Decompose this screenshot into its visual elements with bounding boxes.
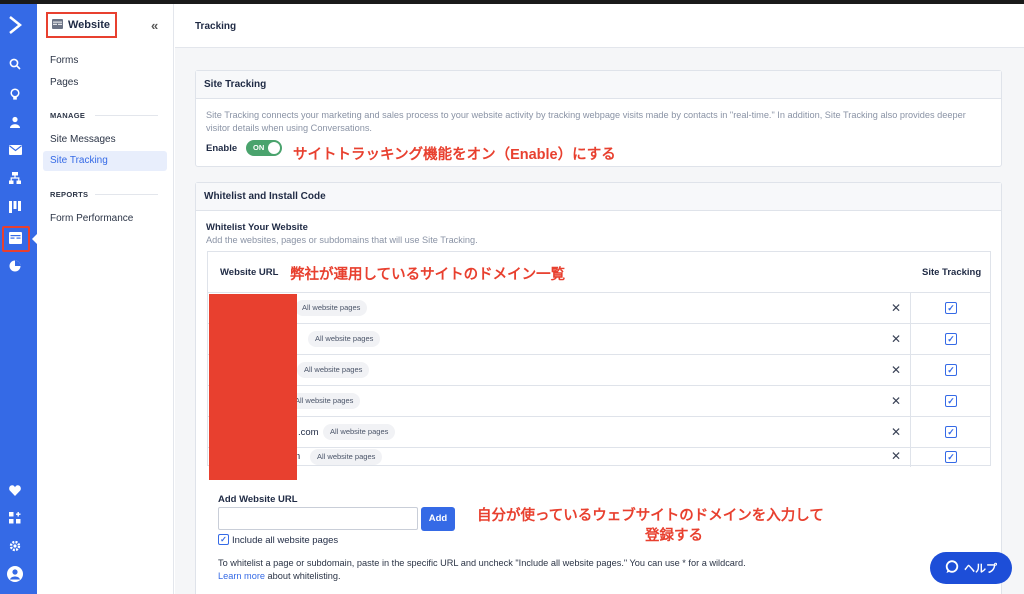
include-all-pages-checkbox[interactable]: ✓ bbox=[218, 534, 229, 545]
sidebar-item-site-tracking[interactable]: Site Tracking bbox=[43, 151, 167, 171]
whitelist-title: Whitelist Your Website bbox=[206, 222, 308, 233]
col-website-url: Website URL bbox=[220, 267, 279, 278]
user-avatar-icon[interactable] bbox=[7, 566, 23, 582]
site-tracking-card: Site Tracking Site Tracking connects you… bbox=[195, 70, 1002, 167]
sidebar-section-reports: REPORTS bbox=[50, 190, 89, 199]
remove-icon[interactable]: ✕ bbox=[891, 332, 901, 346]
redaction-block bbox=[209, 294, 297, 480]
row-scope-pill: All website pages bbox=[295, 300, 368, 316]
double-chevron-left-icon[interactable]: « bbox=[151, 18, 158, 33]
row-url: .com bbox=[298, 427, 319, 438]
sidebar-title: Website bbox=[46, 12, 117, 38]
annotation-add-domain-line1: 自分が使っているウェブサイトのドメインを入力して bbox=[477, 508, 824, 524]
table-row: .com All website pages ✕ ✓ bbox=[208, 416, 990, 448]
annotation-add-domain-line2: 登録する bbox=[645, 528, 703, 544]
help-button[interactable]: ヘルプ bbox=[930, 552, 1012, 584]
reports-pie-icon[interactable] bbox=[7, 258, 23, 274]
add-button[interactable]: Add bbox=[421, 507, 455, 531]
remove-icon[interactable]: ✕ bbox=[891, 394, 901, 408]
app-rail bbox=[0, 4, 37, 594]
deals-pipeline-icon[interactable] bbox=[7, 199, 23, 215]
remove-icon[interactable]: ✕ bbox=[891, 301, 901, 315]
search-icon[interactable] bbox=[7, 56, 23, 72]
heart-icon[interactable] bbox=[7, 482, 23, 498]
contacts-icon[interactable] bbox=[7, 114, 23, 130]
sidebar-item-pages[interactable]: Pages bbox=[50, 77, 78, 88]
whitelist-table: Website URL 弊社が運用しているサイトのドメイン一覧 Site Tra… bbox=[207, 251, 991, 467]
website-page-icon bbox=[52, 18, 63, 32]
learn-more-link[interactable]: Learn more bbox=[218, 571, 265, 581]
card-heading: Whitelist and Install Code bbox=[196, 183, 1001, 211]
row-scope-pill: All website pages bbox=[310, 449, 383, 465]
site-tracking-checkbox[interactable]: ✓ bbox=[945, 333, 957, 345]
site-tracking-checkbox[interactable]: ✓ bbox=[945, 302, 957, 314]
site-tracking-checkbox[interactable]: ✓ bbox=[945, 364, 957, 376]
add-url-input[interactable] bbox=[218, 507, 418, 530]
enable-label: Enable bbox=[206, 143, 238, 154]
divider bbox=[910, 448, 911, 467]
whitelist-hint: To whitelist a page or subdomain, paste … bbox=[218, 558, 746, 568]
sidebar-item-forms[interactable]: Forms bbox=[50, 55, 78, 66]
whitelist-hint-line2: Learn more about whitelisting. bbox=[218, 571, 341, 581]
lightbulb-icon[interactable] bbox=[7, 86, 23, 102]
include-all-pages-label: Include all website pages bbox=[232, 535, 339, 546]
breadcrumb: Tracking bbox=[195, 21, 237, 32]
email-icon[interactable] bbox=[7, 142, 23, 158]
hint-tail: about whitelisting. bbox=[264, 571, 341, 581]
sidebar-item-site-messages[interactable]: Site Messages bbox=[50, 134, 116, 145]
remove-icon[interactable]: ✕ bbox=[891, 449, 901, 463]
divider bbox=[910, 386, 911, 417]
sidebar-title-text: Website bbox=[68, 19, 110, 31]
annotation-enable: サイトトラッキング機能をオン（Enable）にする bbox=[293, 147, 616, 163]
settings-gear-icon[interactable] bbox=[7, 538, 23, 554]
add-url-label: Add Website URL bbox=[218, 494, 298, 505]
divider bbox=[95, 194, 158, 195]
website-icon[interactable] bbox=[7, 230, 23, 246]
table-row: All website pages ✕ ✓ bbox=[208, 292, 990, 324]
enable-toggle[interactable]: ON bbox=[246, 140, 282, 156]
automations-icon[interactable] bbox=[7, 170, 23, 186]
table-row: m All website pages ✕ ✓ bbox=[208, 323, 990, 355]
table-row: All website pages ✕ ✓ bbox=[208, 385, 990, 417]
sidebar-item-form-performance[interactable]: Form Performance bbox=[50, 213, 133, 224]
row-scope-pill: All website pages bbox=[323, 424, 396, 440]
chat-bubble-icon bbox=[945, 559, 959, 577]
app-logo-icon[interactable] bbox=[8, 16, 22, 34]
table-row: All website pages ✕ ✓ bbox=[208, 354, 990, 386]
toggle-knob bbox=[268, 142, 280, 154]
whitelist-card: Whitelist and Install Code Whitelist You… bbox=[195, 182, 1002, 594]
annotation-domain-list: 弊社が運用しているサイトのドメイン一覧 bbox=[290, 267, 566, 283]
site-tracking-checkbox[interactable]: ✓ bbox=[945, 395, 957, 407]
website-sidebar: Website « Forms Pages MANAGE Site Messag… bbox=[37, 4, 174, 594]
col-site-tracking: Site Tracking bbox=[922, 267, 982, 278]
site-tracking-checkbox[interactable]: ✓ bbox=[945, 426, 957, 438]
row-scope-pill: All website pages bbox=[288, 393, 361, 409]
site-tracking-description: Site Tracking connects your marketing an… bbox=[206, 110, 966, 133]
toggle-on-text: ON bbox=[253, 143, 265, 152]
card-heading: Site Tracking bbox=[196, 71, 1001, 99]
page-header: Tracking bbox=[175, 4, 1024, 48]
divider bbox=[910, 324, 911, 355]
divider bbox=[910, 417, 911, 448]
table-row: om All website pages ✕ ✓ bbox=[208, 447, 990, 467]
row-scope-pill: All website pages bbox=[308, 331, 381, 347]
apps-add-icon[interactable] bbox=[7, 510, 23, 526]
site-tracking-checkbox[interactable]: ✓ bbox=[945, 451, 957, 463]
sidebar-section-manage: MANAGE bbox=[50, 111, 86, 120]
remove-icon[interactable]: ✕ bbox=[891, 363, 901, 377]
divider bbox=[910, 293, 911, 324]
row-scope-pill: All website pages bbox=[297, 362, 370, 378]
whitelist-subtitle: Add the websites, pages or subdomains th… bbox=[206, 235, 478, 245]
help-button-label: ヘルプ bbox=[964, 563, 997, 575]
divider bbox=[910, 355, 911, 386]
remove-icon[interactable]: ✕ bbox=[891, 425, 901, 439]
divider bbox=[95, 115, 158, 116]
